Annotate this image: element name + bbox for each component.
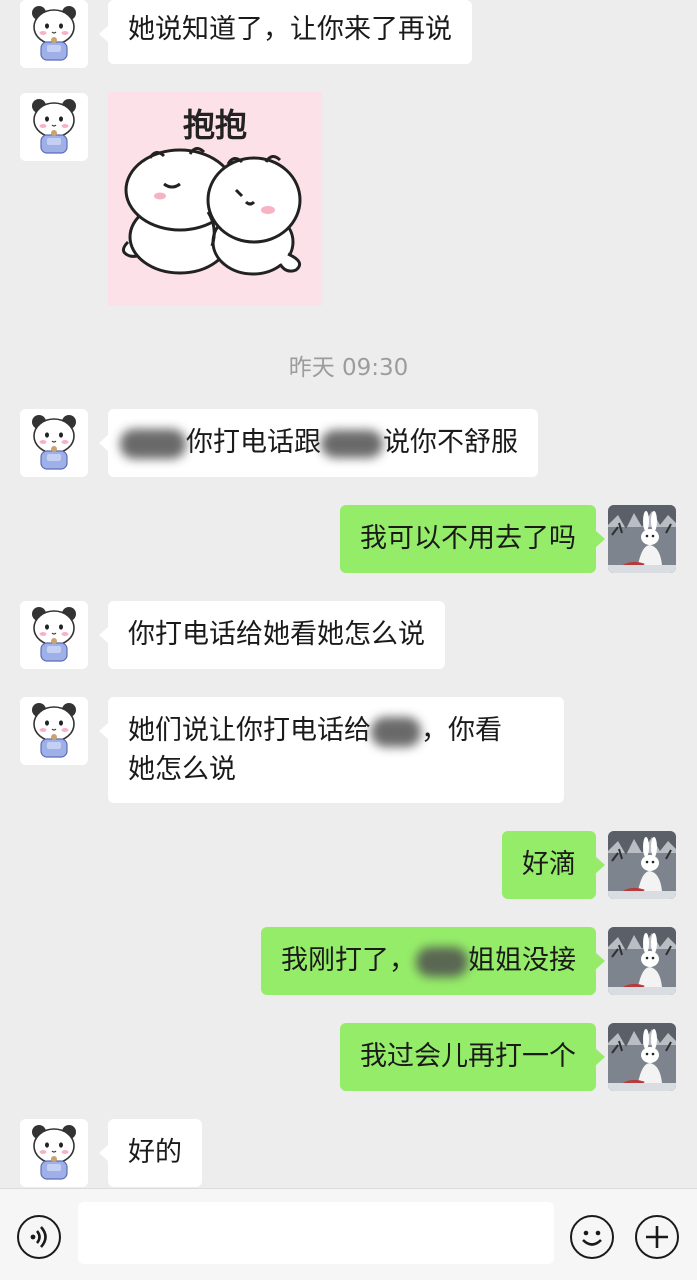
sticker-message[interactable]: 抱抱 (108, 92, 322, 306)
my-avatar[interactable] (608, 505, 676, 573)
message-bubble-outgoing[interactable]: 我可以不用去了吗 (340, 505, 605, 573)
contact-avatar[interactable] (20, 601, 88, 669)
panda-avatar-icon (20, 0, 88, 68)
emoji-icon (582, 1230, 602, 1246)
panda-avatar-icon (20, 697, 88, 765)
message-text: 我过会儿再打一个 (360, 1041, 576, 1072)
voice-button[interactable] (17, 1215, 61, 1259)
message-input[interactable] (78, 1202, 554, 1264)
redacted-name (321, 429, 383, 458)
contact-avatar[interactable] (20, 93, 88, 161)
message-timestamp: 昨天 09:30 (288, 355, 409, 381)
panda-avatar-icon (20, 601, 88, 669)
message-text-part: 我刚打了， (281, 945, 416, 976)
my-avatar[interactable] (608, 831, 676, 899)
redacted-name (120, 428, 186, 459)
message-bubble-incoming[interactable]: 她们说让你打电话给 ，你看 她怎么说 (99, 697, 564, 803)
message-bubble-incoming[interactable]: 她说知道了，让你来了再说 (99, 0, 472, 64)
message-text-part: ，你看 (421, 715, 502, 746)
contact-avatar[interactable] (20, 409, 88, 477)
hug-sticker-icon (122, 147, 302, 276)
chat-area[interactable]: 她说知道了，让你来了再说 抱抱 昨天 09:30 你打电话跟 说你不舒服 我可以… (0, 0, 697, 1188)
message-text: 她说知道了，让你来了再说 (128, 14, 452, 45)
message-text-part: 她们说让你打电话给 (128, 715, 371, 746)
redacted-name (416, 946, 468, 977)
panda-avatar-icon (20, 1119, 88, 1187)
message-bubble-incoming[interactable]: 你打电话跟 说你不舒服 (99, 409, 538, 477)
message-text: 好的 (128, 1137, 182, 1168)
panda-avatar-icon (20, 409, 88, 477)
plus-icon (646, 1226, 668, 1248)
more-button[interactable] (635, 1215, 679, 1259)
bunny-avatar-icon (608, 1023, 676, 1091)
contact-avatar[interactable] (20, 1119, 88, 1187)
bunny-avatar-icon (608, 831, 676, 899)
message-bubble-incoming[interactable]: 你打电话给她看她怎么说 (99, 601, 445, 669)
message-text-part: 说你不舒服 (383, 427, 518, 458)
voice-icon (30, 1226, 47, 1248)
redacted-name (371, 716, 421, 747)
message-line: 她怎么说 (128, 754, 236, 785)
panda-avatar-icon (20, 93, 88, 161)
message-text: 你打电话给她看她怎么说 (128, 619, 425, 650)
my-avatar[interactable] (608, 1023, 676, 1091)
contact-avatar[interactable] (20, 0, 88, 68)
bunny-avatar-icon (608, 927, 676, 995)
message-bubble-outgoing[interactable]: 我过会儿再打一个 (340, 1023, 605, 1091)
message-text-part: 姐姐没接 (468, 945, 576, 976)
message-bubble-outgoing[interactable]: 好滴 (502, 831, 605, 899)
message-bubble-incoming[interactable]: 好的 (99, 1119, 202, 1187)
message-text: 我可以不用去了吗 (360, 523, 576, 554)
contact-avatar[interactable] (20, 697, 88, 765)
message-text: 好滴 (522, 849, 576, 880)
my-avatar[interactable] (608, 927, 676, 995)
bunny-avatar-icon (608, 505, 676, 573)
emoji-button[interactable] (570, 1215, 614, 1259)
message-bubble-outgoing[interactable]: 我刚打了， 姐姐没接 (261, 927, 605, 995)
input-bar (0, 1188, 697, 1280)
message-text-part: 你打电话跟 (186, 427, 321, 458)
message-line: 她们说让你打电话给 ，你看 (128, 711, 544, 750)
